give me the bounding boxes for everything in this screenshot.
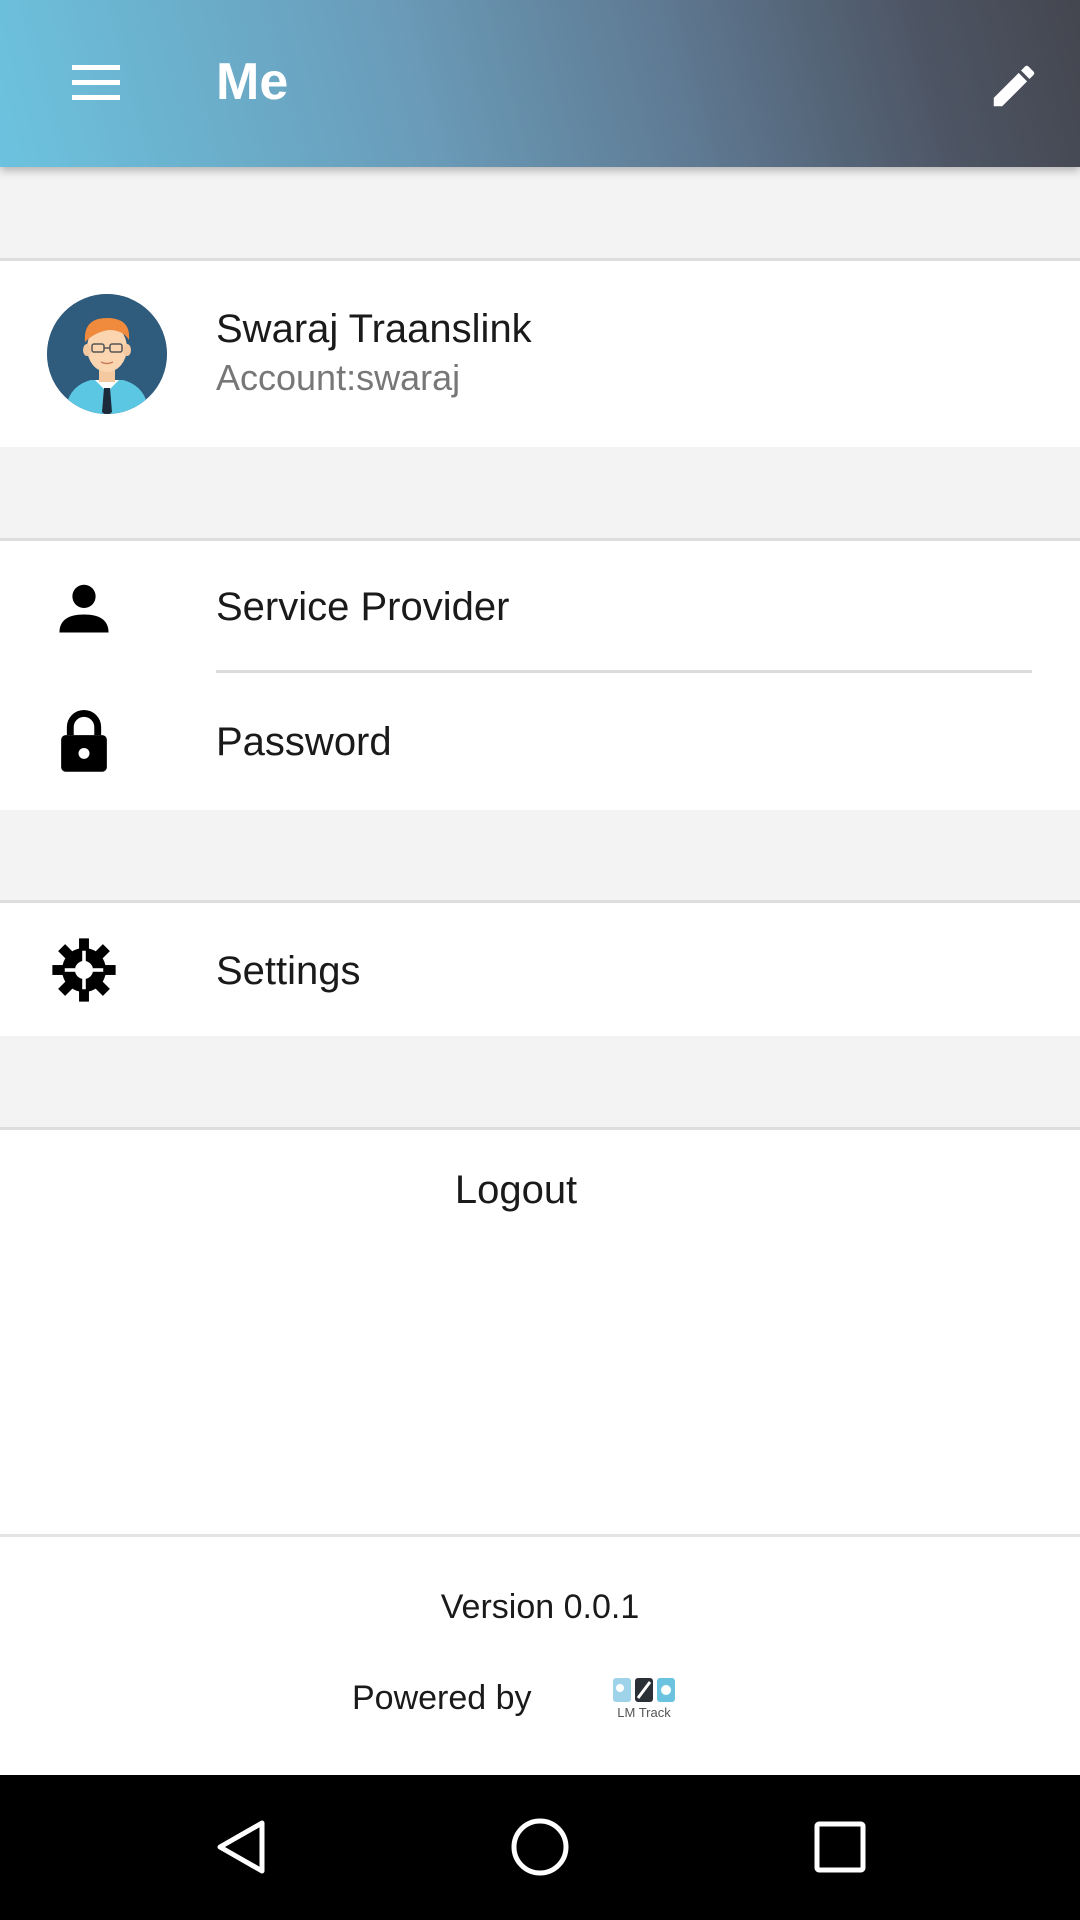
avatar-icon [47,294,167,414]
back-button[interactable] [192,1797,292,1897]
divider [216,670,1032,673]
menu-button[interactable] [48,35,144,131]
edit-button[interactable] [968,40,1060,132]
menu-icon [72,65,120,100]
powered-by-text: Powered by [352,1679,532,1717]
brand-name: LM Track [617,1705,671,1720]
recents-icon [814,1821,866,1873]
home-icon [511,1818,569,1876]
section-spacer [0,167,1080,261]
recents-button[interactable] [790,1797,890,1897]
gear-icon [40,926,128,1014]
logout-button[interactable]: Logout [0,1130,1032,1250]
profile-account: Account:swaraj [216,357,461,398]
menu-item-password[interactable]: Password [0,674,1080,810]
menu-item-label: Password [216,720,392,764]
version-text: Version 0.0.1 [440,1588,640,1626]
section-spacer [0,810,1080,903]
profile-name: Swaraj Traanslink [216,307,532,351]
app-bar: Me [0,0,1080,167]
menu-item-label: Service Provider [216,585,510,629]
menu-item-settings[interactable]: Settings [0,903,1080,1036]
section-spacer [0,447,1080,541]
section-spacer [0,1036,1080,1130]
home-button[interactable] [490,1797,590,1897]
system-nav-bar [0,1775,1080,1920]
back-icon [217,1820,265,1874]
menu-item-service-provider[interactable]: Service Provider [0,541,1080,675]
lock-icon [40,698,128,786]
brand-logo-icon [613,1678,675,1702]
menu-item-label: Settings [216,949,361,993]
footer-divider [0,1534,1080,1537]
avatar [47,294,167,414]
page-title: Me [216,53,289,111]
edit-icon [993,65,1035,107]
person-icon [40,564,128,652]
